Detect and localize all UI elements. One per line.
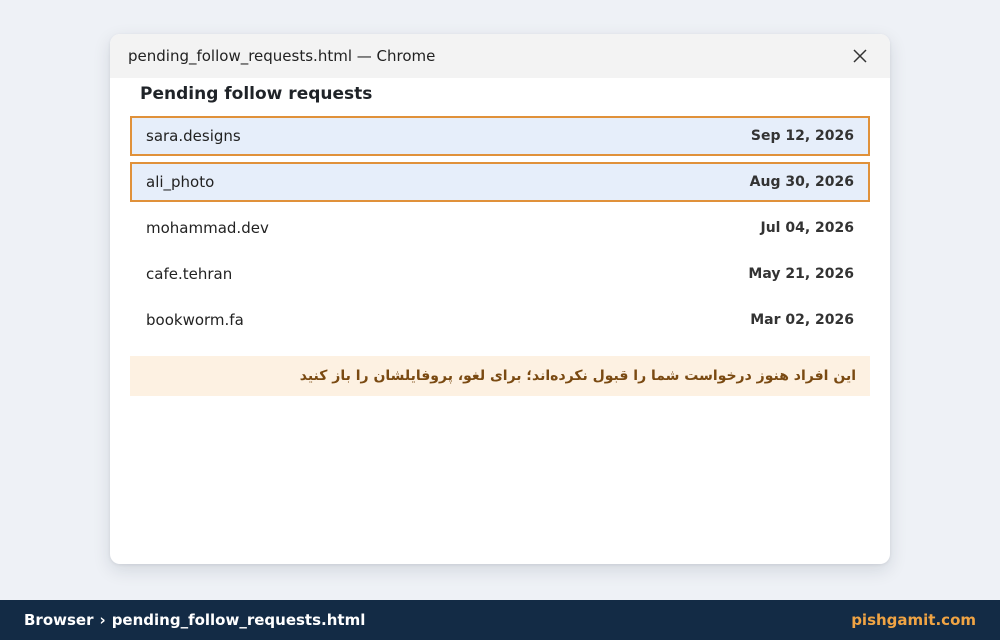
request-row[interactable]: bookworm.fa Mar 02, 2026 <box>130 300 870 340</box>
breadcrumb-file: pending_follow_requests.html <box>111 611 366 629</box>
footer-bar: Browser › pending_follow_requests.html p… <box>0 600 1000 640</box>
request-username: mohammad.dev <box>146 219 269 237</box>
request-date: Jul 04, 2026 <box>760 220 855 236</box>
info-note: این افراد هنوز درخواست شما را قبول نکرده… <box>130 356 870 396</box>
breadcrumb-root[interactable]: Browser <box>24 611 94 629</box>
request-username: cafe.tehran <box>146 265 233 283</box>
close-icon <box>853 49 867 63</box>
close-button[interactable] <box>848 44 872 68</box>
breadcrumb-separator-icon: › <box>99 611 106 629</box>
page-title: Pending follow requests <box>140 84 373 104</box>
request-list: sara.designs Sep 12, 2026 ali_photo Aug … <box>130 116 870 340</box>
request-username: sara.designs <box>146 127 241 145</box>
request-username: ali_photo <box>146 173 215 191</box>
request-row[interactable]: ali_photo Aug 30, 2026 <box>130 162 870 202</box>
title-bar: pending_follow_requests.html — Chrome <box>110 34 890 78</box>
request-row[interactable]: cafe.tehran May 21, 2026 <box>130 254 870 294</box>
request-row[interactable]: sara.designs Sep 12, 2026 <box>130 116 870 156</box>
request-date: Aug 30, 2026 <box>749 174 854 190</box>
browser-window: pending_follow_requests.html — Chrome Pe… <box>110 34 890 564</box>
request-date: Mar 02, 2026 <box>750 312 854 328</box>
page-content: Pending follow requests sara.designs Sep… <box>110 78 890 396</box>
request-row[interactable]: mohammad.dev Jul 04, 2026 <box>130 208 870 248</box>
window-title: pending_follow_requests.html — Chrome <box>128 47 436 65</box>
request-username: bookworm.fa <box>146 311 244 329</box>
request-date: Sep 12, 2026 <box>750 128 854 144</box>
brand-link[interactable]: pishgamit.com <box>851 611 976 629</box>
request-date: May 21, 2026 <box>748 266 854 282</box>
breadcrumb: Browser › pending_follow_requests.html <box>24 611 365 629</box>
